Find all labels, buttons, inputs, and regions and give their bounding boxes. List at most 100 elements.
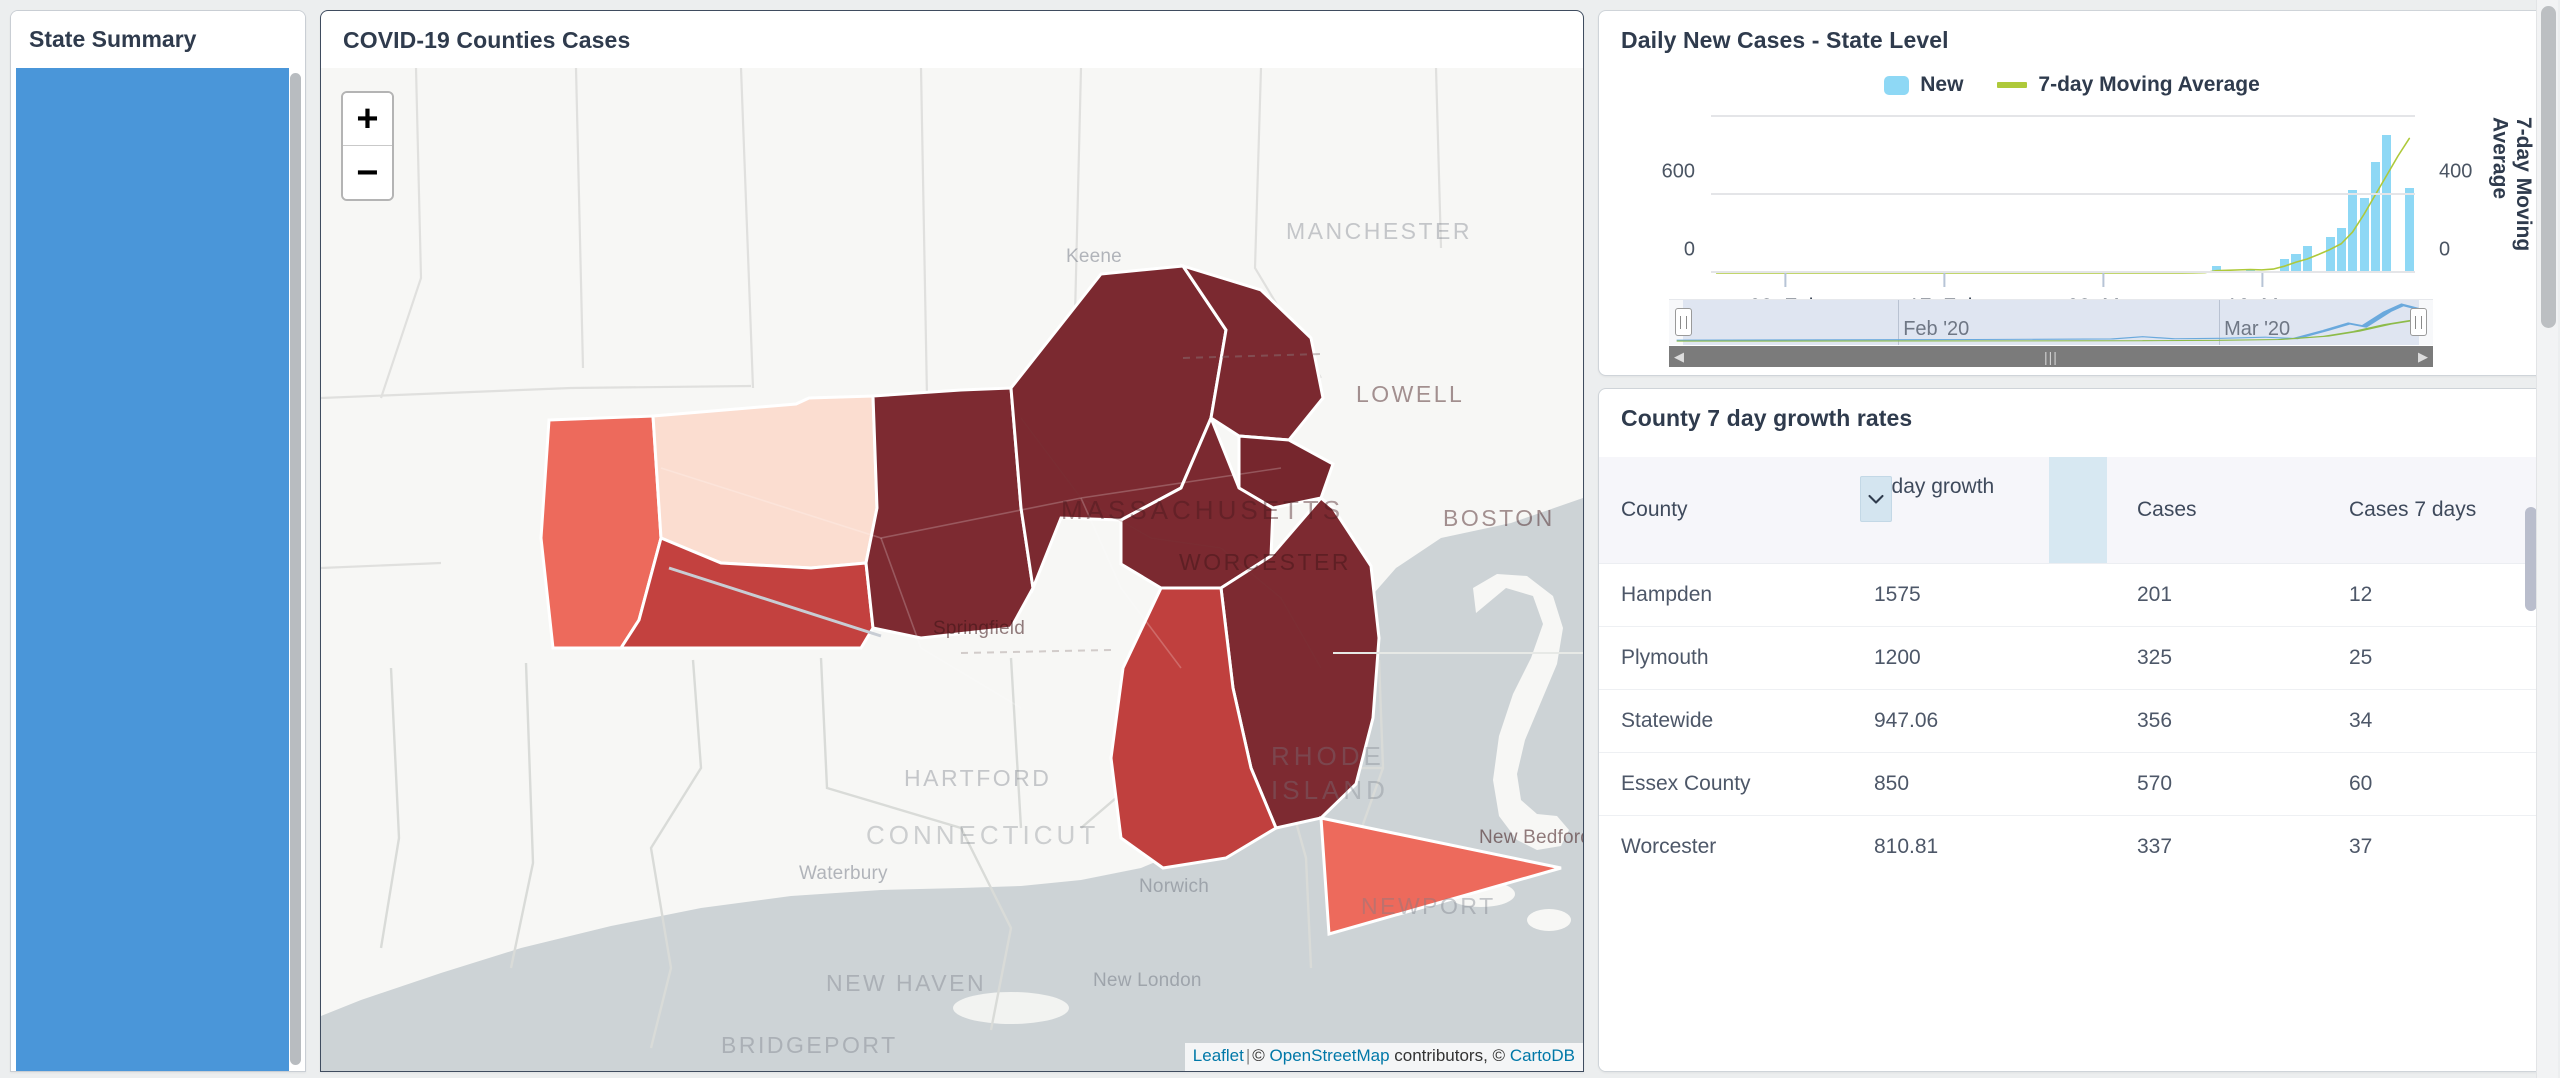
navigator-scroll-right-arrow[interactable]: ▶: [2413, 346, 2433, 367]
stat-list: [16, 68, 289, 1071]
state-summary-header: State Summary: [11, 11, 305, 68]
table-cell-cases7: 34: [2327, 689, 2545, 753]
navigator-handle-left[interactable]: [1675, 308, 1692, 336]
table-cell-cases7: 12: [2327, 563, 2545, 627]
column-header-label: County: [1621, 498, 1688, 521]
state-summary-column: State Summary: [10, 10, 306, 1072]
table-column-header[interactable]: 7 day growth: [1852, 457, 2115, 564]
table-column-header[interactable]: Cases 7 days: [2327, 457, 2545, 564]
table-bottom-fade: [1599, 1013, 2545, 1071]
county-growth-card: County 7 day growth rates County 7 day gr…: [1598, 388, 2546, 1072]
table-cell-county: Plymouth: [1599, 626, 1852, 690]
table-row[interactable]: Hampden 1575 201 12: [1599, 563, 2545, 627]
table-row[interactable]: Plymouth 1200 325 25: [1599, 626, 2545, 690]
legend-item[interactable]: New: [1884, 73, 1963, 97]
legend-item[interactable]: 7-day Moving Average: [1997, 73, 2260, 97]
table-panel-title: County 7 day growth rates: [1621, 405, 1913, 431]
right-column: Daily New Cases - State Level New 7-day M…: [1598, 10, 2546, 1072]
x-axis-tick-label: 03. Feb: [1749, 273, 1820, 318]
chart-plot-wrapper: 7-day Moving Average 0 600 0 400 03. Feb 17. …: [1599, 109, 2545, 321]
table-cell-growth: 850: [1852, 752, 2115, 816]
stat-card: [16, 231, 289, 400]
county-growth-table: County 7 day growth Cases Cases 7 days Hamp…: [1599, 457, 2545, 878]
map-card: COVID-19 Counties Cases MANCHESTER Keene…: [320, 10, 1584, 1072]
table-row[interactable]: Worcester 810.81 337 37: [1599, 816, 2545, 879]
legend-dot-icon: [1884, 75, 1910, 95]
chart-area: New 7-day Moving Average 7-day Moving Ave…: [1599, 63, 2545, 375]
page-scrollbar[interactable]: [2536, 0, 2558, 1078]
chart-gridline: [1711, 115, 2415, 117]
stat-card: [16, 569, 289, 738]
chevron-down-icon[interactable]: [1860, 476, 1892, 522]
table-header-row: County 7 day growth Cases Cases 7 days: [1599, 457, 2545, 564]
contributors-text: contributors,: [1394, 1046, 1488, 1066]
state-summary-title: State Summary: [29, 26, 197, 52]
zoom-in-button[interactable]: +: [343, 93, 392, 146]
map-attribution: Leaflet | © OpenStreetMap contributors, © …: [1184, 1043, 1583, 1071]
table-cell-cases7: 60: [2327, 752, 2545, 816]
navigator-handle-right[interactable]: [2410, 308, 2427, 336]
table-cell-county: Hampden: [1599, 563, 1852, 627]
stat-card: [16, 738, 289, 907]
dashboard-root: State Summary COVID-19 Counties Cases MA…: [0, 0, 2560, 1078]
navigator-left-label: Feb '20: [1903, 318, 1970, 340]
x-axis-tick-label: 17. Feb: [1908, 273, 1979, 318]
table-cell-growth: 1575: [1852, 563, 2115, 627]
table-cell-cases: 356: [2115, 689, 2327, 753]
map-column: COVID-19 Counties Cases MANCHESTER Keene…: [320, 10, 1584, 1072]
secondary-y-axis-tick-label: 0: [2439, 238, 2451, 261]
table-body: Hampden 1575 201 12 Plymouth 1200 325 25 Statewi…: [1599, 563, 2545, 879]
secondary-y-axis-tick-label: 400: [2439, 160, 2473, 183]
chart-moving-average-line: [1711, 117, 2415, 273]
state-summary-scrollbar[interactable]: [290, 73, 301, 1065]
navigator-track: Feb '20 Mar '20: [1669, 299, 2433, 345]
table-cell-county: Essex County: [1599, 752, 1852, 816]
navigator-right-label: Mar '20: [2224, 318, 2291, 340]
daily-new-cases-card: Daily New Cases - State Level New 7-day M…: [1598, 10, 2546, 376]
x-axis-tick-label: 02. Mar: [2067, 273, 2138, 318]
table-row[interactable]: Essex County 850 570 60: [1599, 752, 2545, 816]
legend-label: New: [1920, 73, 1964, 96]
table-cell-growth: 810.81: [1874, 835, 1939, 858]
navigator-scrollbar[interactable]: ◀ ||| ▶: [1669, 346, 2433, 367]
x-axis-tick-label: 16. Mar: [2226, 273, 2297, 318]
copyright-symbol-osm: ©: [1252, 1046, 1265, 1066]
stat-card: [16, 907, 289, 1071]
leaflet-link[interactable]: Leaflet: [1193, 1046, 1244, 1065]
legend-line-icon: [1997, 82, 2028, 88]
table-cell-cases: 201: [2115, 563, 2327, 627]
state-summary-card: State Summary: [10, 10, 306, 1072]
table-cell-cases7: 25: [2327, 626, 2545, 690]
stat-card: [16, 68, 289, 231]
column-header-label: Cases: [2137, 498, 2197, 521]
table-cell-county: Statewide: [1599, 689, 1852, 753]
chart-range-navigator[interactable]: Feb '20 Mar '20 ◀ ||| ▶: [1669, 299, 2433, 367]
map-geometry: [321, 68, 1583, 1049]
map-panel-title: COVID-19 Counties Cases: [343, 27, 631, 53]
navigator-scroll-thumb[interactable]: |||: [1689, 346, 2413, 367]
chart-gridline: [1711, 193, 2415, 195]
chart-plot[interactable]: 0 600 0 400 03. Feb 17. Feb 02. Mar 16. Mar: [1662, 115, 2472, 318]
table-cell-cases: 570: [2115, 752, 2327, 816]
chart-panel-title: Daily New Cases - State Level: [1621, 27, 1949, 53]
secondary-y-axis-title: 7-day Moving Average: [2488, 117, 2535, 252]
openstreetmap-link[interactable]: OpenStreetMap: [1270, 1046, 1390, 1065]
table-row[interactable]: Statewide 947.06 356 34: [1599, 689, 2545, 753]
navigator-scroll-left-arrow[interactable]: ◀: [1669, 346, 1689, 367]
leaflet-map[interactable]: MANCHESTER Keene LOWELL MASSACHUSETTS WORCES…: [321, 68, 1583, 1071]
zoom-out-button[interactable]: −: [343, 146, 392, 199]
table-cell-growth: 947.06: [1852, 689, 2115, 753]
table-scroll-region[interactable]: County 7 day growth Cases Cases 7 days Hamp…: [1599, 457, 2545, 1071]
cartodb-link[interactable]: CartoDB: [1510, 1046, 1575, 1065]
map-zoom-control[interactable]: + −: [341, 91, 394, 201]
table-cell-cases7: 37: [2349, 835, 2373, 858]
table-cell-growth: 1200: [1852, 626, 2115, 690]
column-header-label: Cases 7 days: [2349, 498, 2477, 521]
state-summary-body: [16, 68, 289, 1071]
legend-label: 7-day Moving Average: [2038, 73, 2260, 96]
table-column-header[interactable]: County: [1599, 457, 1852, 564]
navigator-sparkline: [1676, 303, 2422, 342]
y-axis-tick-label: 0: [1683, 238, 1695, 261]
table-column-header[interactable]: Cases: [2115, 457, 2327, 564]
table-cell-cases: 325: [2115, 626, 2327, 690]
